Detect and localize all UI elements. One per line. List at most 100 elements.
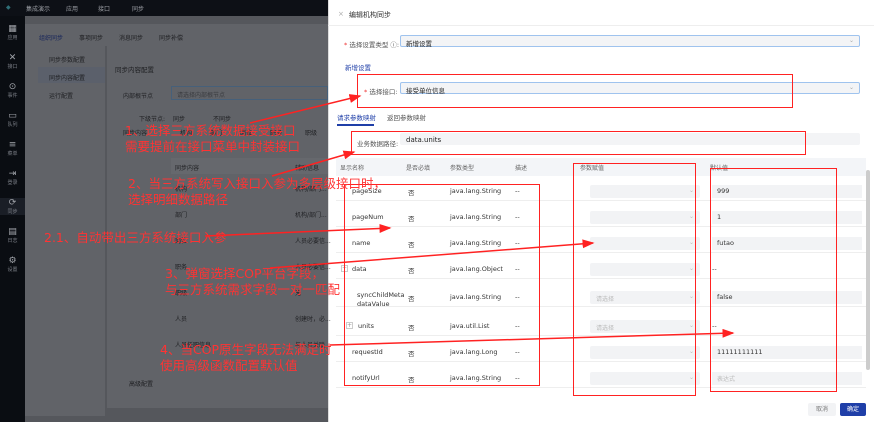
sidebar-item[interactable]: ▦ 应用 [0,24,25,41]
param-desc: -- [515,348,520,356]
top-tab[interactable]: 集成演示 [26,4,50,13]
tab-request-mapping[interactable]: 请求参数映射 [337,112,376,122]
param-type: java.lang.String [450,293,502,301]
interface-value: 接受单位信息 [406,87,445,95]
param-required: 否 [408,267,415,275]
section-tab[interactable]: 新增设置 [343,62,373,72]
bg-cell: 人员任职信息 [175,342,212,349]
param-assign-select[interactable]: ⌄ [590,263,700,276]
param-desc: -- [515,322,520,330]
param-desc: -- [515,293,520,301]
sidebar-item-label: 登录 [7,180,18,186]
bg-check[interactable]: 机构 [180,128,192,137]
bg-tab[interactable]: 事项同步 [79,33,103,42]
param-type: java.lang.Object [450,265,503,273]
col-header: 参数类型 [450,165,475,172]
bg-cell: 职级 [175,290,188,297]
cancel-button[interactable]: 取消 [808,403,836,416]
param-assign-select[interactable]: ⌄ [590,185,700,198]
param-type: java.lang.String [450,239,502,247]
interface-icon: ✕ [8,53,17,63]
param-name: notifyUrl [352,374,380,382]
bg-cell: 机构 [175,186,188,193]
sidebar-item[interactable]: ≡ 菜单 [0,140,25,157]
param-desc: -- [515,187,520,195]
assign-value: 请选择 [596,296,615,303]
chevron-down-icon: ⌄ [688,293,694,300]
param-required: 否 [408,189,415,197]
sidebar-item[interactable]: ⇥ 登录 [0,169,25,186]
bg-advanced[interactable]: 高级配置 [129,379,153,388]
sidebar-item[interactable]: ⚙ 设置 [0,256,25,273]
param-assign-select[interactable]: 请选择 ⌄ [590,320,700,333]
path-label: 业务数据路径: [357,140,399,148]
param-default-input[interactable]: 表达式 [712,372,862,385]
event-icon: ⊙ [8,82,17,92]
bg-check[interactable]: 职务 [270,128,282,137]
param-required: 否 [408,215,415,223]
bg-tab[interactable]: 消息同步 [119,33,143,42]
top-tab[interactable]: 应用 [66,4,78,13]
top-bar: ◆ 集成演示 应用 接口 同步 [0,0,328,16]
bg-check[interactable]: 部门 [210,128,222,137]
sidebar-item[interactable]: ✕ 接口 [0,53,25,70]
param-desc: -- [515,265,520,273]
bg-cell: 职务 [175,264,188,271]
param-assign-select[interactable]: ⌄ [590,211,700,224]
sidebar-item[interactable]: ⊙ 事件 [0,82,25,99]
expand-icon[interactable]: + [341,265,348,272]
bg-cell: 人员必要信... [295,264,331,271]
col-header: 显示名称 [340,165,365,172]
bg-radio-sync[interactable]: 同步 [173,114,185,123]
col-header: 参数赋值 [580,165,605,172]
param-default-input[interactable]: 999 [712,185,862,198]
bg-radio-nosync[interactable]: 不同步 [213,114,231,123]
confirm-button[interactable]: 确定 [840,403,866,416]
type-label: 选择设置类型 [349,41,389,49]
grid-icon: ▦ [8,24,17,34]
sidebar-item-label: 应用 [7,35,18,41]
param-default: -- [712,265,717,273]
param-default-input[interactable]: 1 [712,211,862,224]
bg-cell: 创建时，必... [295,316,331,323]
param-type: java.lang.String [450,213,502,221]
bg-cell: 无 [295,290,302,297]
sidebar-item[interactable]: ▤ 日志 [0,227,25,244]
param-assign-select[interactable]: ⌄ [590,237,700,250]
param-default-input[interactable]: 11111111111 [712,346,862,359]
param-assign-select[interactable]: 请选择 ⌄ [590,291,700,304]
bg-tab[interactable]: 同步补偿 [159,33,183,42]
bg-check[interactable]: 岗位 [240,128,252,137]
sidebar-item[interactable]: ▭ 队列 [0,111,25,128]
param-name: name [352,239,371,247]
param-default-input[interactable]: futao [712,237,862,250]
scrollbar[interactable] [866,170,870,370]
param-assign-select[interactable]: ⌄ [590,346,700,359]
param-name: units [358,322,374,330]
bg-menu-item[interactable]: 运行配置 [49,91,73,100]
bg-check[interactable]: 职级 [305,128,317,137]
sidebar-item-label: 同步 [7,209,18,215]
bg-root-input[interactable]: 请选择内部根节点 [171,86,328,100]
bg-menu-item[interactable]: 同步参数配置 [49,55,85,64]
interface-select[interactable]: 接受单位信息 ⌄ [400,82,860,95]
top-tab[interactable]: 接口 [98,4,110,13]
expand-icon[interactable]: + [346,322,353,329]
param-required: 否 [408,295,415,303]
path-input[interactable]: data.units [400,133,860,145]
bg-menu-item[interactable]: 同步内容配置 [49,73,85,82]
sidebar-item[interactable]: ⟳ 同步 [0,198,25,215]
bg-cell: 人员必要信... [295,238,331,245]
chevron-down-icon: ⌄ [688,213,694,220]
bg-cell: 机构/部门... [295,186,327,193]
type-select[interactable]: 新增设置 ⌄ [400,35,860,48]
chevron-down-icon: ⌄ [848,84,854,91]
param-assign-select[interactable]: ⌄ [590,372,700,385]
sidebar-item-label: 设置 [7,267,18,273]
tab-response-mapping[interactable]: 返回参数映射 [387,112,426,122]
param-default-input[interactable]: false [712,291,862,304]
close-icon[interactable]: × [338,10,344,18]
top-tab[interactable]: 同步 [132,4,144,13]
bg-tab[interactable]: 组织同步 [39,33,63,42]
param-required: 否 [408,241,415,249]
